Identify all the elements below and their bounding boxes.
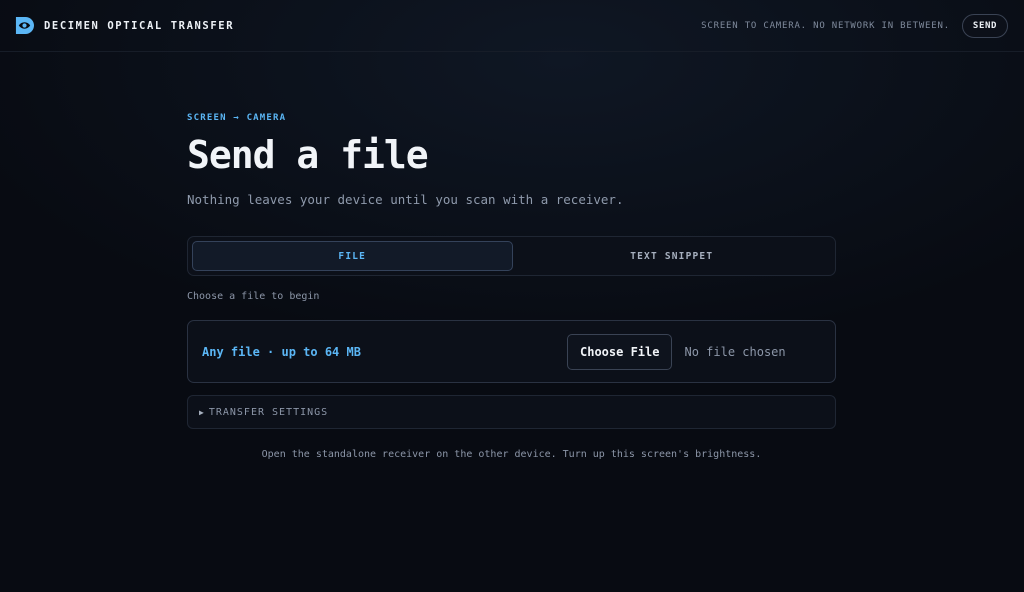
receiver-instructions: Open the standalone receiver on the othe… [261, 449, 762, 460]
page-subtitle: Nothing leaves your device until you sca… [187, 192, 624, 207]
file-hint: Choose a file to begin [187, 291, 320, 302]
transfer-settings-label: TRANSFER SETTINGS [208, 406, 329, 418]
eye-logo-icon [15, 16, 34, 35]
tagline: SCREEN TO CAMERA. NO NETWORK IN BETWEEN. [701, 20, 950, 31]
file-status: No file chosen [684, 344, 786, 359]
tab-text-snippet[interactable]: TEXT SNIPPET [513, 241, 832, 271]
transfer-settings-toggle[interactable]: ▶ TRANSFER SETTINGS [187, 395, 836, 429]
mode-tabs: FILE TEXT SNIPPET [187, 236, 836, 276]
dropzone-label: Any file · up to 64 MB [202, 344, 361, 359]
brand-name: DECIMEN OPTICAL TRANSFER [44, 19, 235, 32]
top-right: SCREEN TO CAMERA. NO NETWORK IN BETWEEN.… [701, 13, 1008, 38]
choose-file-button[interactable]: Choose File [567, 333, 673, 370]
page-title: Send a file [187, 133, 429, 177]
file-input[interactable]: Choose File No file chosen [567, 333, 821, 370]
file-dropzone[interactable]: Any file · up to 64 MB Choose File No fi… [187, 320, 836, 383]
brand[interactable]: DECIMEN OPTICAL TRANSFER [15, 16, 234, 35]
top-bar: DECIMEN OPTICAL TRANSFER SCREEN TO CAMER… [0, 0, 1024, 52]
eyebrow-label: SCREEN → CAMERA [187, 113, 287, 123]
triangle-right-icon: ▶ [199, 407, 204, 417]
tab-file[interactable]: FILE [192, 241, 513, 271]
send-button[interactable]: SEND [961, 13, 1008, 38]
